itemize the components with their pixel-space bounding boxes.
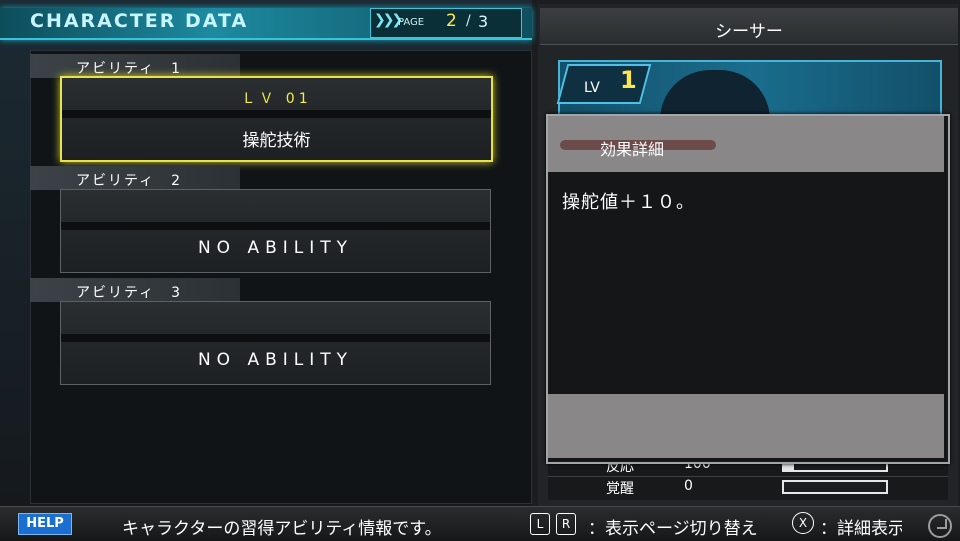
r-button-icon[interactable]: R bbox=[556, 513, 576, 535]
page-current: 2 bbox=[446, 11, 457, 31]
logo-icon bbox=[928, 514, 952, 538]
page-separator: / bbox=[466, 13, 471, 29]
slot-divider bbox=[61, 222, 490, 230]
character-name: シーサー bbox=[715, 22, 783, 42]
chevron-right-icon: ❯❯❯ bbox=[374, 12, 403, 28]
ability-3-label: アビリティ 3 bbox=[76, 285, 183, 301]
stat-value: 0 bbox=[684, 478, 693, 494]
ability-3-name: NO ABILITY bbox=[197, 350, 354, 370]
ability-slot-1[interactable]: ＬＶ 01 操舵技術 bbox=[60, 76, 493, 162]
level-label: LV bbox=[584, 80, 600, 96]
level-badge bbox=[556, 64, 652, 104]
detail-title: 効果詳細 bbox=[600, 140, 665, 159]
page-label: PAGE bbox=[398, 17, 425, 28]
ability-3-tab: アビリティ 3 bbox=[30, 278, 240, 302]
ability-1-name: 操舵技術 bbox=[242, 131, 311, 151]
stat-label: 覚醒 bbox=[606, 481, 634, 497]
ability-1-label: アビリティ 1 bbox=[76, 61, 183, 77]
detail-description: 操舵値＋１０。 bbox=[562, 192, 695, 213]
slot-divider bbox=[62, 110, 491, 118]
detail-hint: ：詳細表示 bbox=[820, 519, 902, 539]
ability-slot-2[interactable]: NO ABILITY bbox=[60, 189, 491, 273]
ability-2-name: NO ABILITY bbox=[197, 238, 354, 258]
screen-title: CHARACTER DATA bbox=[30, 10, 249, 32]
detail-footer bbox=[548, 394, 944, 458]
x-button-icon[interactable]: X bbox=[792, 512, 814, 534]
ability-2-tab: アビリティ 2 bbox=[30, 166, 240, 190]
ability-1-level: ＬＶ 01 bbox=[241, 91, 312, 107]
stat-bar bbox=[782, 480, 888, 494]
level-value: 1 bbox=[620, 66, 637, 94]
slot-divider bbox=[61, 334, 490, 342]
help-text: キャラクターの習得アビリティ情報です。 bbox=[122, 519, 442, 539]
ability-slot-3[interactable]: NO ABILITY bbox=[60, 301, 491, 385]
ability-2-label: アビリティ 2 bbox=[76, 173, 183, 189]
page-switch-hint: ：表示ページ切り替え bbox=[588, 519, 758, 539]
ability-1-tab: アビリティ 1 bbox=[30, 54, 240, 78]
l-button-icon[interactable]: L bbox=[530, 513, 550, 535]
help-badge: HELP bbox=[18, 513, 72, 535]
page-total: 3 bbox=[478, 12, 489, 31]
